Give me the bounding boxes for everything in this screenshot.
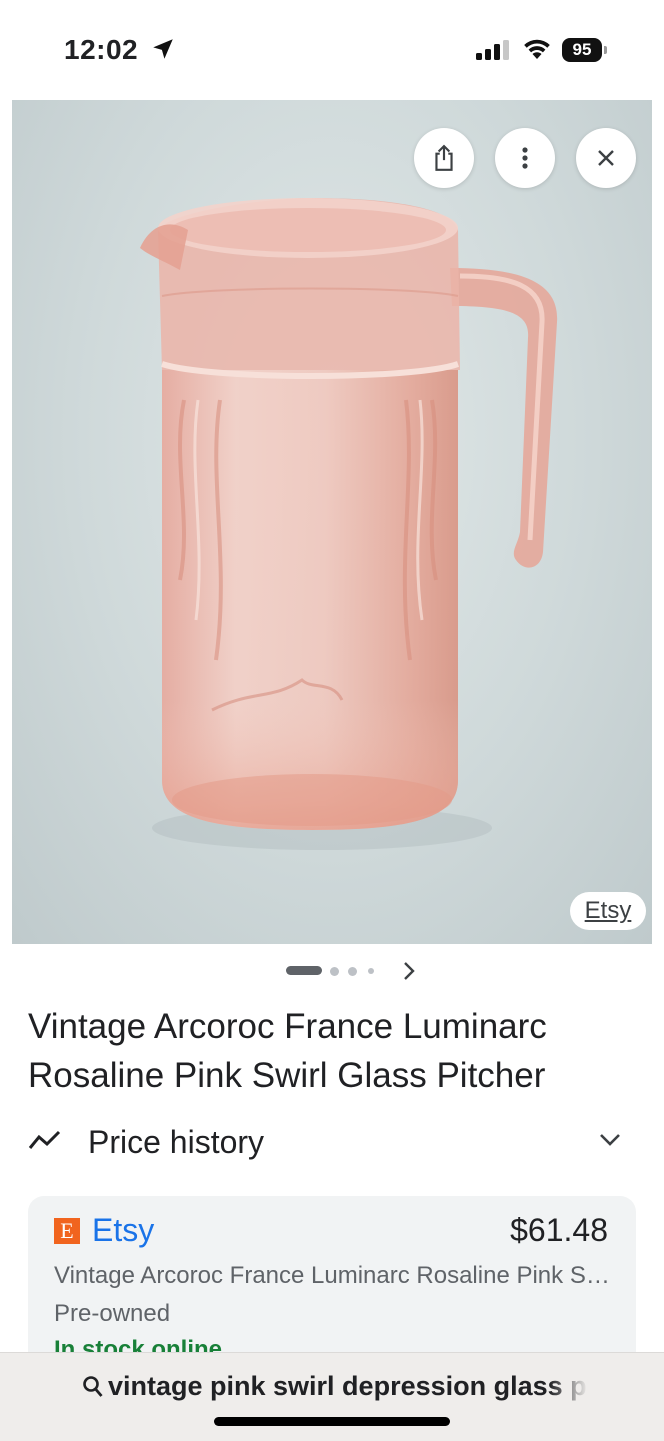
offer-description: Vintage Arcoroc France Luminarc Rosaline… — [54, 1262, 614, 1289]
offer-card[interactable]: E Etsy $61.48 Vintage Arcoroc France Lum… — [28, 1196, 636, 1376]
close-icon — [598, 150, 614, 166]
carousel-dot — [330, 967, 339, 976]
cellular-signal-icon — [476, 40, 509, 60]
battery-icon: 95 — [562, 38, 602, 62]
store-name[interactable]: Etsy — [92, 1212, 154, 1249]
search-icon — [83, 1376, 103, 1397]
product-image[interactable]: Etsy — [12, 100, 652, 944]
trending-line-icon — [28, 1130, 61, 1149]
battery-nub — [604, 46, 607, 54]
home-indicator — [214, 1417, 450, 1426]
status-bar: 12:02 95 — [0, 0, 664, 100]
close-button[interactable] — [576, 128, 636, 188]
carousel-dot-active — [286, 966, 322, 975]
wifi-icon — [524, 39, 550, 59]
offer-price: $61.48 — [510, 1212, 608, 1248]
status-time: 12:02 — [64, 34, 139, 65]
carousel-dot — [368, 968, 374, 974]
bottom-search-bar[interactable]: vintage pink swirl depression glass pitc… — [0, 1352, 664, 1441]
offer-condition: Pre-owned — [54, 1300, 171, 1327]
etsy-logo-icon: E — [54, 1218, 80, 1244]
pink-glass-pitcher-photo — [140, 198, 558, 850]
product-title: Vintage Arcoroc France Luminarc Rosaline… — [28, 1007, 547, 1095]
share-button[interactable] — [414, 128, 474, 188]
carousel-dot — [348, 967, 357, 976]
search-query[interactable]: vintage pink swirl depression glass pitc… — [108, 1371, 588, 1402]
location-arrow-icon — [153, 39, 173, 59]
chevron-down-icon[interactable] — [598, 1132, 622, 1148]
more-vertical-icon — [522, 147, 528, 169]
chevron-right-icon[interactable] — [402, 960, 416, 982]
more-options-button[interactable] — [495, 128, 555, 188]
price-history-row[interactable]: Price history — [0, 1118, 664, 1170]
price-history-label: Price history — [88, 1124, 265, 1160]
share-icon — [435, 144, 453, 171]
image-source-link[interactable]: Etsy — [570, 892, 646, 930]
